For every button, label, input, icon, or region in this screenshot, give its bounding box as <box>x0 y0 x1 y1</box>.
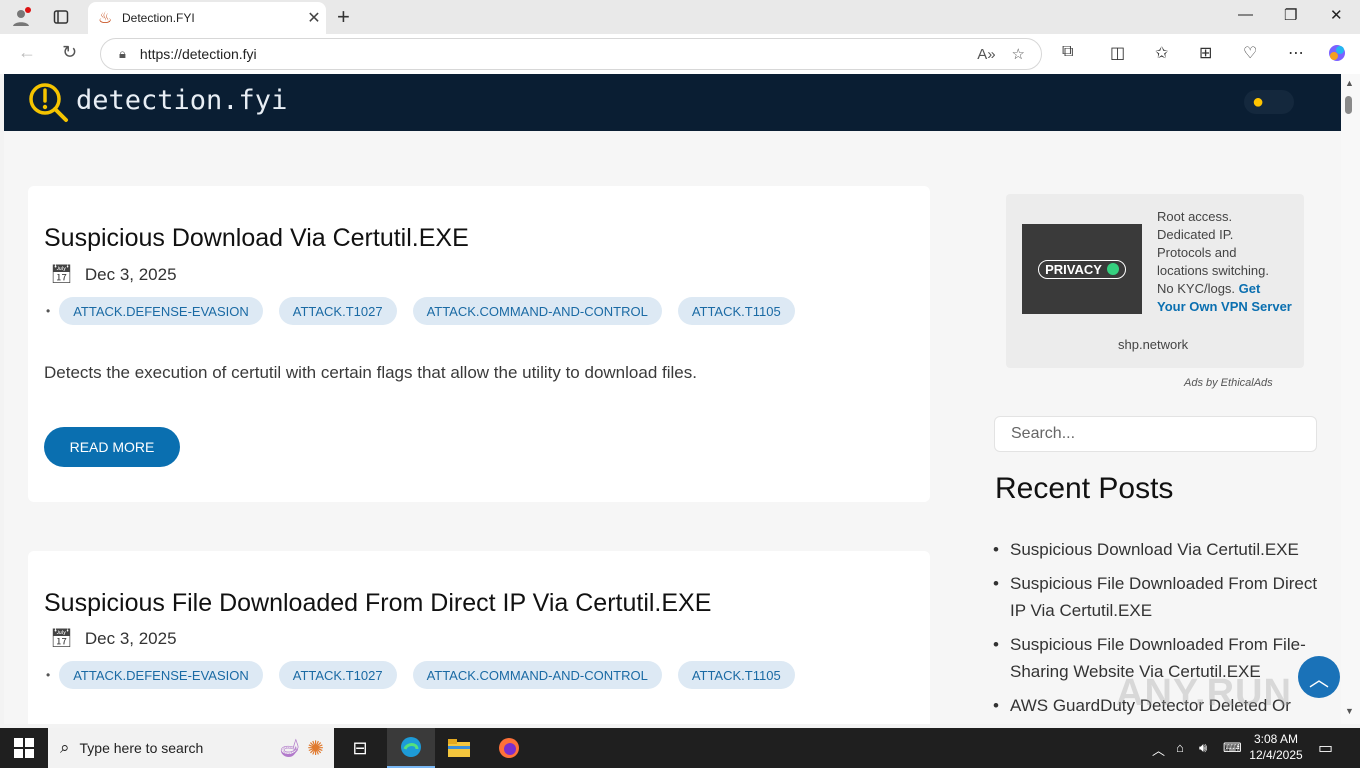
post-title[interactable]: Suspicious Download Via Certutil.EXE <box>44 224 469 253</box>
read-more-button[interactable]: READ MORE <box>44 427 180 467</box>
ad-domain: shp.network <box>1118 337 1189 352</box>
tag-link[interactable]: ATTACK.COMMAND-AND-CONTROL <box>412 661 662 689</box>
scroll-down-icon[interactable]: ▼ <box>1345 706 1354 716</box>
ads-by-ethicalads[interactable]: Ads by EthicalAds <box>1184 377 1273 389</box>
privacy-badge-text: PRIVACY <box>1045 261 1102 277</box>
tag-link[interactable]: ATTACK.T1105 <box>677 661 795 689</box>
post-card: Suspicious Download Via Certutil.EXE 📅︎ … <box>28 186 930 502</box>
ethical-ad[interactable]: PRIVACY Root access. Dedicated IP. Proto… <box>1006 194 1304 368</box>
file-explorer-icon[interactable] <box>435 728 483 768</box>
anyrun-watermark: ANY.RUN <box>1116 672 1292 714</box>
site-favicon-icon: ♨ <box>98 10 113 27</box>
tag-bullet: • <box>46 304 51 318</box>
windows-start-icon[interactable] <box>14 738 34 758</box>
ad-line: Protocols and <box>1157 245 1237 260</box>
post-date: 📅︎ Dec 3, 2025 <box>50 264 177 285</box>
new-tab-button[interactable]: + <box>337 4 350 30</box>
site-logo-text[interactable]: detection.fyi <box>76 85 287 116</box>
site-header: detection.fyi ● <box>4 74 1341 131</box>
post-card: Suspicious File Downloaded From Direct I… <box>28 551 930 724</box>
tag-link[interactable]: ATTACK.COMMAND-AND-CONTROL <box>412 297 662 325</box>
lock-icon: 🔒︎ <box>119 46 126 61</box>
clock-time: 3:08 AM <box>1253 732 1299 746</box>
recent-post-link[interactable]: Suspicious File Downloaded From Direct I… <box>993 570 1320 624</box>
tag-link[interactable]: ATTACK.DEFENSE-EVASION <box>59 297 263 325</box>
browser-essentials-icon[interactable]: ♡ <box>1243 43 1257 63</box>
task-view-icon[interactable]: ⊟ <box>336 728 384 768</box>
scrollbar-thumb[interactable] <box>1345 96 1352 114</box>
browser-tab-bar: ♨ Detection.FYI ✕ + — ❐ ✕ <box>0 0 1360 34</box>
tab-actions-icon[interactable] <box>48 5 74 29</box>
scroll-up-icon[interactable]: ▲ <box>1345 78 1354 88</box>
address-toolbar: ← ↻ 🔒︎ https://detection.fyi A» ☆ ⧉ ◫ ✩ … <box>0 34 1360 74</box>
logo-magnifier-icon <box>29 83 68 122</box>
taskbar-search[interactable]: ⌕ Type here to search 🪔︎ ✺ <box>48 728 334 768</box>
ad-line: locations switching. <box>1157 263 1269 278</box>
post-title[interactable]: Suspicious File Downloaded From Direct I… <box>44 589 711 618</box>
calendar-icon: 📅︎ <box>50 628 73 648</box>
post-tags: • ATTACK.DEFENSE-EVASION ATTACK.T1027 AT… <box>46 297 811 325</box>
tag-link[interactable]: ATTACK.T1105 <box>677 297 795 325</box>
tab-title: Detection.FYI <box>122 11 195 25</box>
green-dot-icon <box>1106 263 1119 275</box>
recent-post-link[interactable]: Suspicious Download Via Certutil.EXE <box>993 536 1320 563</box>
calendar-icon: 📅︎ <box>50 264 73 284</box>
page-viewport: detection.fyi ● Suspicious Download Via … <box>4 74 1341 724</box>
ad-image[interactable]: PRIVACY <box>1022 224 1142 314</box>
search-icon: ⌕ <box>60 738 70 757</box>
recent-posts-heading: Recent Posts <box>995 472 1174 505</box>
scroll-to-top-button[interactable]: ︿ <box>1298 656 1340 698</box>
post-date: 📅︎ Dec 3, 2025 <box>50 628 177 649</box>
tag-link[interactable]: ATTACK.T1027 <box>278 297 397 325</box>
close-tab-icon[interactable]: ✕ <box>302 8 326 28</box>
taskbar-clock[interactable]: 3:08 AM 12/4/2025 <box>1248 731 1304 763</box>
tag-link[interactable]: ATTACK.DEFENSE-EVASION <box>59 661 263 689</box>
ad-line: No KYC/logs. <box>1157 281 1236 296</box>
page-scrollbar[interactable]: ▲ ▼ <box>1341 74 1360 724</box>
firefox-icon[interactable] <box>485 728 533 768</box>
copilot-icon[interactable] <box>1327 43 1347 68</box>
keyboard-icon[interactable]: ⌨ <box>1223 740 1242 756</box>
notification-icon[interactable]: ▭ <box>1318 738 1333 758</box>
network-icon[interactable]: ⌂ <box>1176 740 1184 755</box>
rangoli-icon: ✺ <box>307 737 324 760</box>
extensions-icon[interactable]: ⧉ <box>1062 43 1073 61</box>
tag-link[interactable]: ATTACK.T1027 <box>278 661 397 689</box>
read-aloud-icon[interactable]: A» <box>977 46 995 63</box>
tab-detection-fyi[interactable]: ♨ Detection.FYI ✕ <box>88 2 326 34</box>
profile-icon[interactable] <box>8 5 34 29</box>
post-date-text: Dec 3, 2025 <box>84 264 177 284</box>
restore-icon[interactable]: ❐ <box>1284 6 1297 24</box>
diwali-lamp-icon: 🪔︎ <box>278 737 302 758</box>
favorites-icon[interactable]: ✩ <box>1155 43 1168 63</box>
ad-line: Dedicated IP. <box>1157 227 1234 242</box>
post-tags: • ATTACK.DEFENSE-EVASION ATTACK.T1027 AT… <box>46 661 811 689</box>
collections-icon[interactable]: ⊞ <box>1199 43 1212 63</box>
url-bar[interactable]: 🔒︎ https://detection.fyi A» ☆ <box>100 38 1042 70</box>
back-icon[interactable]: ← <box>18 42 36 63</box>
taskbar-search-placeholder: Type here to search <box>79 740 204 756</box>
search-input[interactable] <box>994 416 1317 452</box>
refresh-icon[interactable]: ↻ <box>62 42 77 63</box>
more-menu-icon[interactable]: ⋯ <box>1288 43 1304 63</box>
favorite-star-icon[interactable]: ☆ <box>1012 45 1025 63</box>
close-window-icon[interactable]: ✕ <box>1330 6 1343 24</box>
minimize-icon[interactable]: — <box>1238 6 1253 23</box>
windows-taskbar: ⌕ Type here to search 🪔︎ ✺ ⊟ ︿ ⌂ 🔊︎ ⌨ 3:… <box>0 728 1360 768</box>
ad-copy: Root access. Dedicated IP. Protocols and… <box>1157 208 1292 316</box>
tag-bullet: • <box>46 668 51 682</box>
post-excerpt: Detects the execution of certutil with c… <box>44 363 697 382</box>
split-screen-icon[interactable]: ◫ <box>1110 43 1125 63</box>
edge-taskbar-icon[interactable] <box>387 728 435 768</box>
privacy-badge: PRIVACY <box>1038 259 1126 279</box>
tray-chevron-icon[interactable]: ︿ <box>1152 740 1165 759</box>
post-date-text: Dec 3, 2025 <box>84 628 177 648</box>
clock-date: 12/4/2025 <box>1249 748 1303 762</box>
ad-line: Root access. <box>1157 209 1233 224</box>
url-text[interactable]: https://detection.fyi <box>140 46 977 62</box>
sun-icon: ● <box>1251 91 1265 113</box>
volume-icon[interactable]: 🔊︎ <box>1199 740 1207 756</box>
